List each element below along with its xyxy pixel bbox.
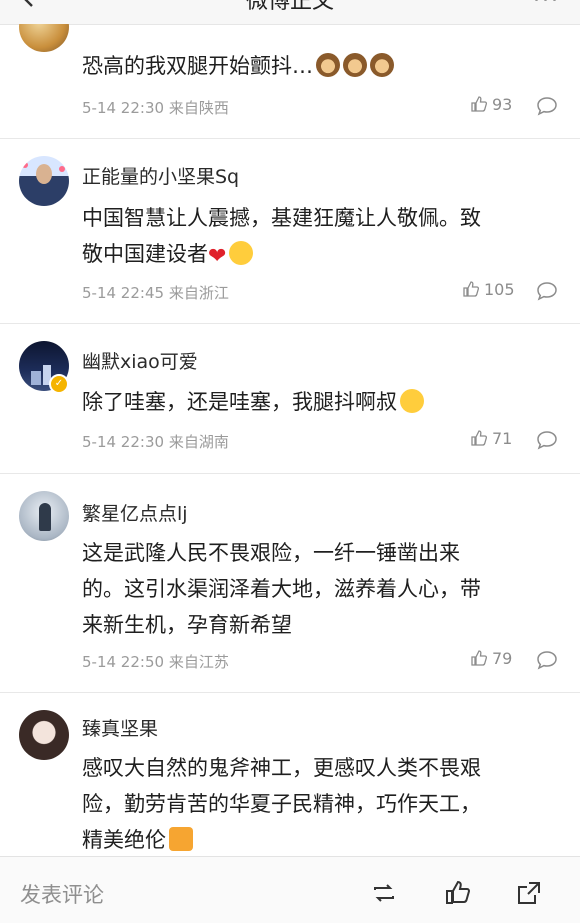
reply-icon[interactable] [536, 430, 558, 450]
comment-meta: 5-14 22:45 来自浙江 [82, 282, 229, 303]
thumbs-up-icon [471, 96, 488, 112]
comment-line: 精美绝伦 [82, 822, 560, 856]
like-count: 79 [492, 649, 513, 668]
timestamp: 5-14 22:30 [82, 433, 165, 451]
location: 来自陕西 [168, 99, 229, 117]
comment-line: 敬中国建设者❤ [82, 236, 560, 275]
username[interactable]: 正能量的小坚果Sq [82, 162, 239, 189]
username[interactable]: 繁星亿点点lj [82, 499, 188, 526]
smiling-face-with-hearts-icon [229, 241, 254, 265]
comment-item: ✓ 幽默xiao可爱 除了哇塞，还是哇塞，我腿抖啊叔 5-14 22:30 来自… [0, 323, 580, 474]
location: 来自浙江 [168, 284, 229, 302]
timestamp: 5-14 22:45 [82, 284, 165, 302]
like-count: 93 [492, 95, 513, 114]
share-icon[interactable] [515, 879, 543, 907]
avatar-building [31, 371, 41, 385]
avatar[interactable] [19, 156, 69, 206]
comment-body: 除了哇塞，还是哇塞，我腿抖啊叔 [82, 390, 397, 414]
comment-text: 恐高的我双腿开始颤抖… [82, 48, 560, 84]
like-count: 71 [492, 429, 513, 448]
avatar[interactable] [19, 491, 69, 541]
like-count: 105 [484, 280, 515, 299]
comment-text: 这是武隆人民不畏艰险，一纤一锤凿出来 的。这引水渠润泽着大地，滋养着人心，带 来… [82, 535, 560, 643]
comment-body: 敬中国建设者 [82, 242, 208, 266]
comment-item: 臻真坚果 感叹大自然的鬼斧神工，更感叹人类不畏艰 险，勤劳肯苦的华夏子民精神，巧… [0, 692, 580, 856]
page-title: 微博正文 [245, 0, 334, 14]
reply-icon[interactable] [536, 96, 558, 116]
laughing-crying-face-icon [400, 389, 424, 413]
avatar[interactable] [19, 710, 69, 760]
more-options-icon[interactable]: ··· [533, 0, 560, 13]
timestamp: 5-14 22:50 [82, 653, 165, 671]
comment-list: 恐高的我双腿开始颤抖… 5-14 22:30 来自陕西 93 正能量的小坚果Sq… [0, 24, 580, 856]
timestamp: 5-14 22:30 [82, 99, 165, 117]
like-button[interactable]: 71 [470, 429, 512, 448]
like-button[interactable]: 105 [462, 280, 515, 299]
comment-meta: 5-14 22:50 来自江苏 [82, 651, 229, 672]
comment-line: 的。这引水渠润泽着大地，滋养着人心，带 [82, 577, 481, 601]
comment-line: 险，勤劳肯苦的华夏子民精神，巧作天工， [82, 792, 481, 816]
thumbs-up-icon [471, 430, 488, 446]
thumbs-up-icon [463, 281, 480, 297]
bottom-action-bar: 发表评论 [0, 856, 580, 923]
avatar-face [36, 164, 52, 184]
reply-icon[interactable] [536, 650, 558, 670]
navigation-bar: 微博正文 ··· [0, 0, 580, 25]
comment-text: 中国智慧让人震撼，基建狂魔让人敬佩。致 敬中国建设者❤ [82, 200, 560, 275]
comment-line: 这是武隆人民不畏艰险，一纤一锤凿出来 [82, 541, 460, 565]
repost-icon[interactable] [370, 879, 398, 907]
comment-line: 感叹大自然的鬼斧神工，更感叹人类不畏艰 [82, 756, 481, 780]
see-no-evil-monkey-icon [343, 53, 367, 77]
thumbs-up-icon [471, 650, 488, 666]
see-no-evil-monkey-icon [316, 53, 340, 77]
location: 来自湖南 [168, 433, 229, 451]
comment-meta: 5-14 22:30 来自湖南 [82, 431, 229, 452]
comment-body: 精美绝伦 [82, 828, 166, 852]
sticker-heart-icon [22, 162, 28, 168]
comment-line: 来新生机，孕育新希望 [82, 613, 292, 637]
verified-badge-icon: ✓ [49, 374, 69, 394]
comment-line: 中国智慧让人震撼，基建狂魔让人敬佩。致 [82, 206, 481, 230]
sticker-heart-icon [59, 166, 65, 172]
comment-item: 繁星亿点点lj 这是武隆人民不畏艰险，一纤一锤凿出来 的。这引水渠润泽着大地，滋… [0, 473, 580, 693]
avatar[interactable] [19, 24, 69, 52]
comment-item: 正能量的小坚果Sq 中国智慧让人震撼，基建狂魔让人敬佩。致 敬中国建设者❤ 5-… [0, 138, 580, 324]
username[interactable]: 幽默xiao可爱 [82, 347, 198, 374]
like-button[interactable]: 79 [470, 649, 512, 668]
like-button[interactable]: 93 [470, 95, 512, 114]
comment-text: 除了哇塞，还是哇塞，我腿抖啊叔 [82, 384, 560, 420]
gift-icon [169, 827, 193, 851]
comment-body: 恐高的我双腿开始颤抖… [82, 54, 313, 78]
comment-meta: 5-14 22:30 来自陕西 [82, 97, 229, 118]
comment-item: 恐高的我双腿开始颤抖… 5-14 22:30 来自陕西 93 [0, 24, 580, 139]
reply-icon[interactable] [536, 281, 558, 301]
like-icon[interactable] [444, 879, 472, 907]
username[interactable]: 臻真坚果 [82, 714, 158, 741]
comment-text: 感叹大自然的鬼斧神工，更感叹人类不畏艰 险，勤劳肯苦的华夏子民精神，巧作天工， … [82, 750, 560, 856]
comment-input[interactable]: 发表评论 [20, 879, 104, 909]
see-no-evil-monkey-icon [370, 53, 394, 77]
location: 来自江苏 [168, 653, 229, 671]
avatar-silhouette [39, 503, 51, 531]
red-heart-icon: ❤ [208, 244, 227, 269]
